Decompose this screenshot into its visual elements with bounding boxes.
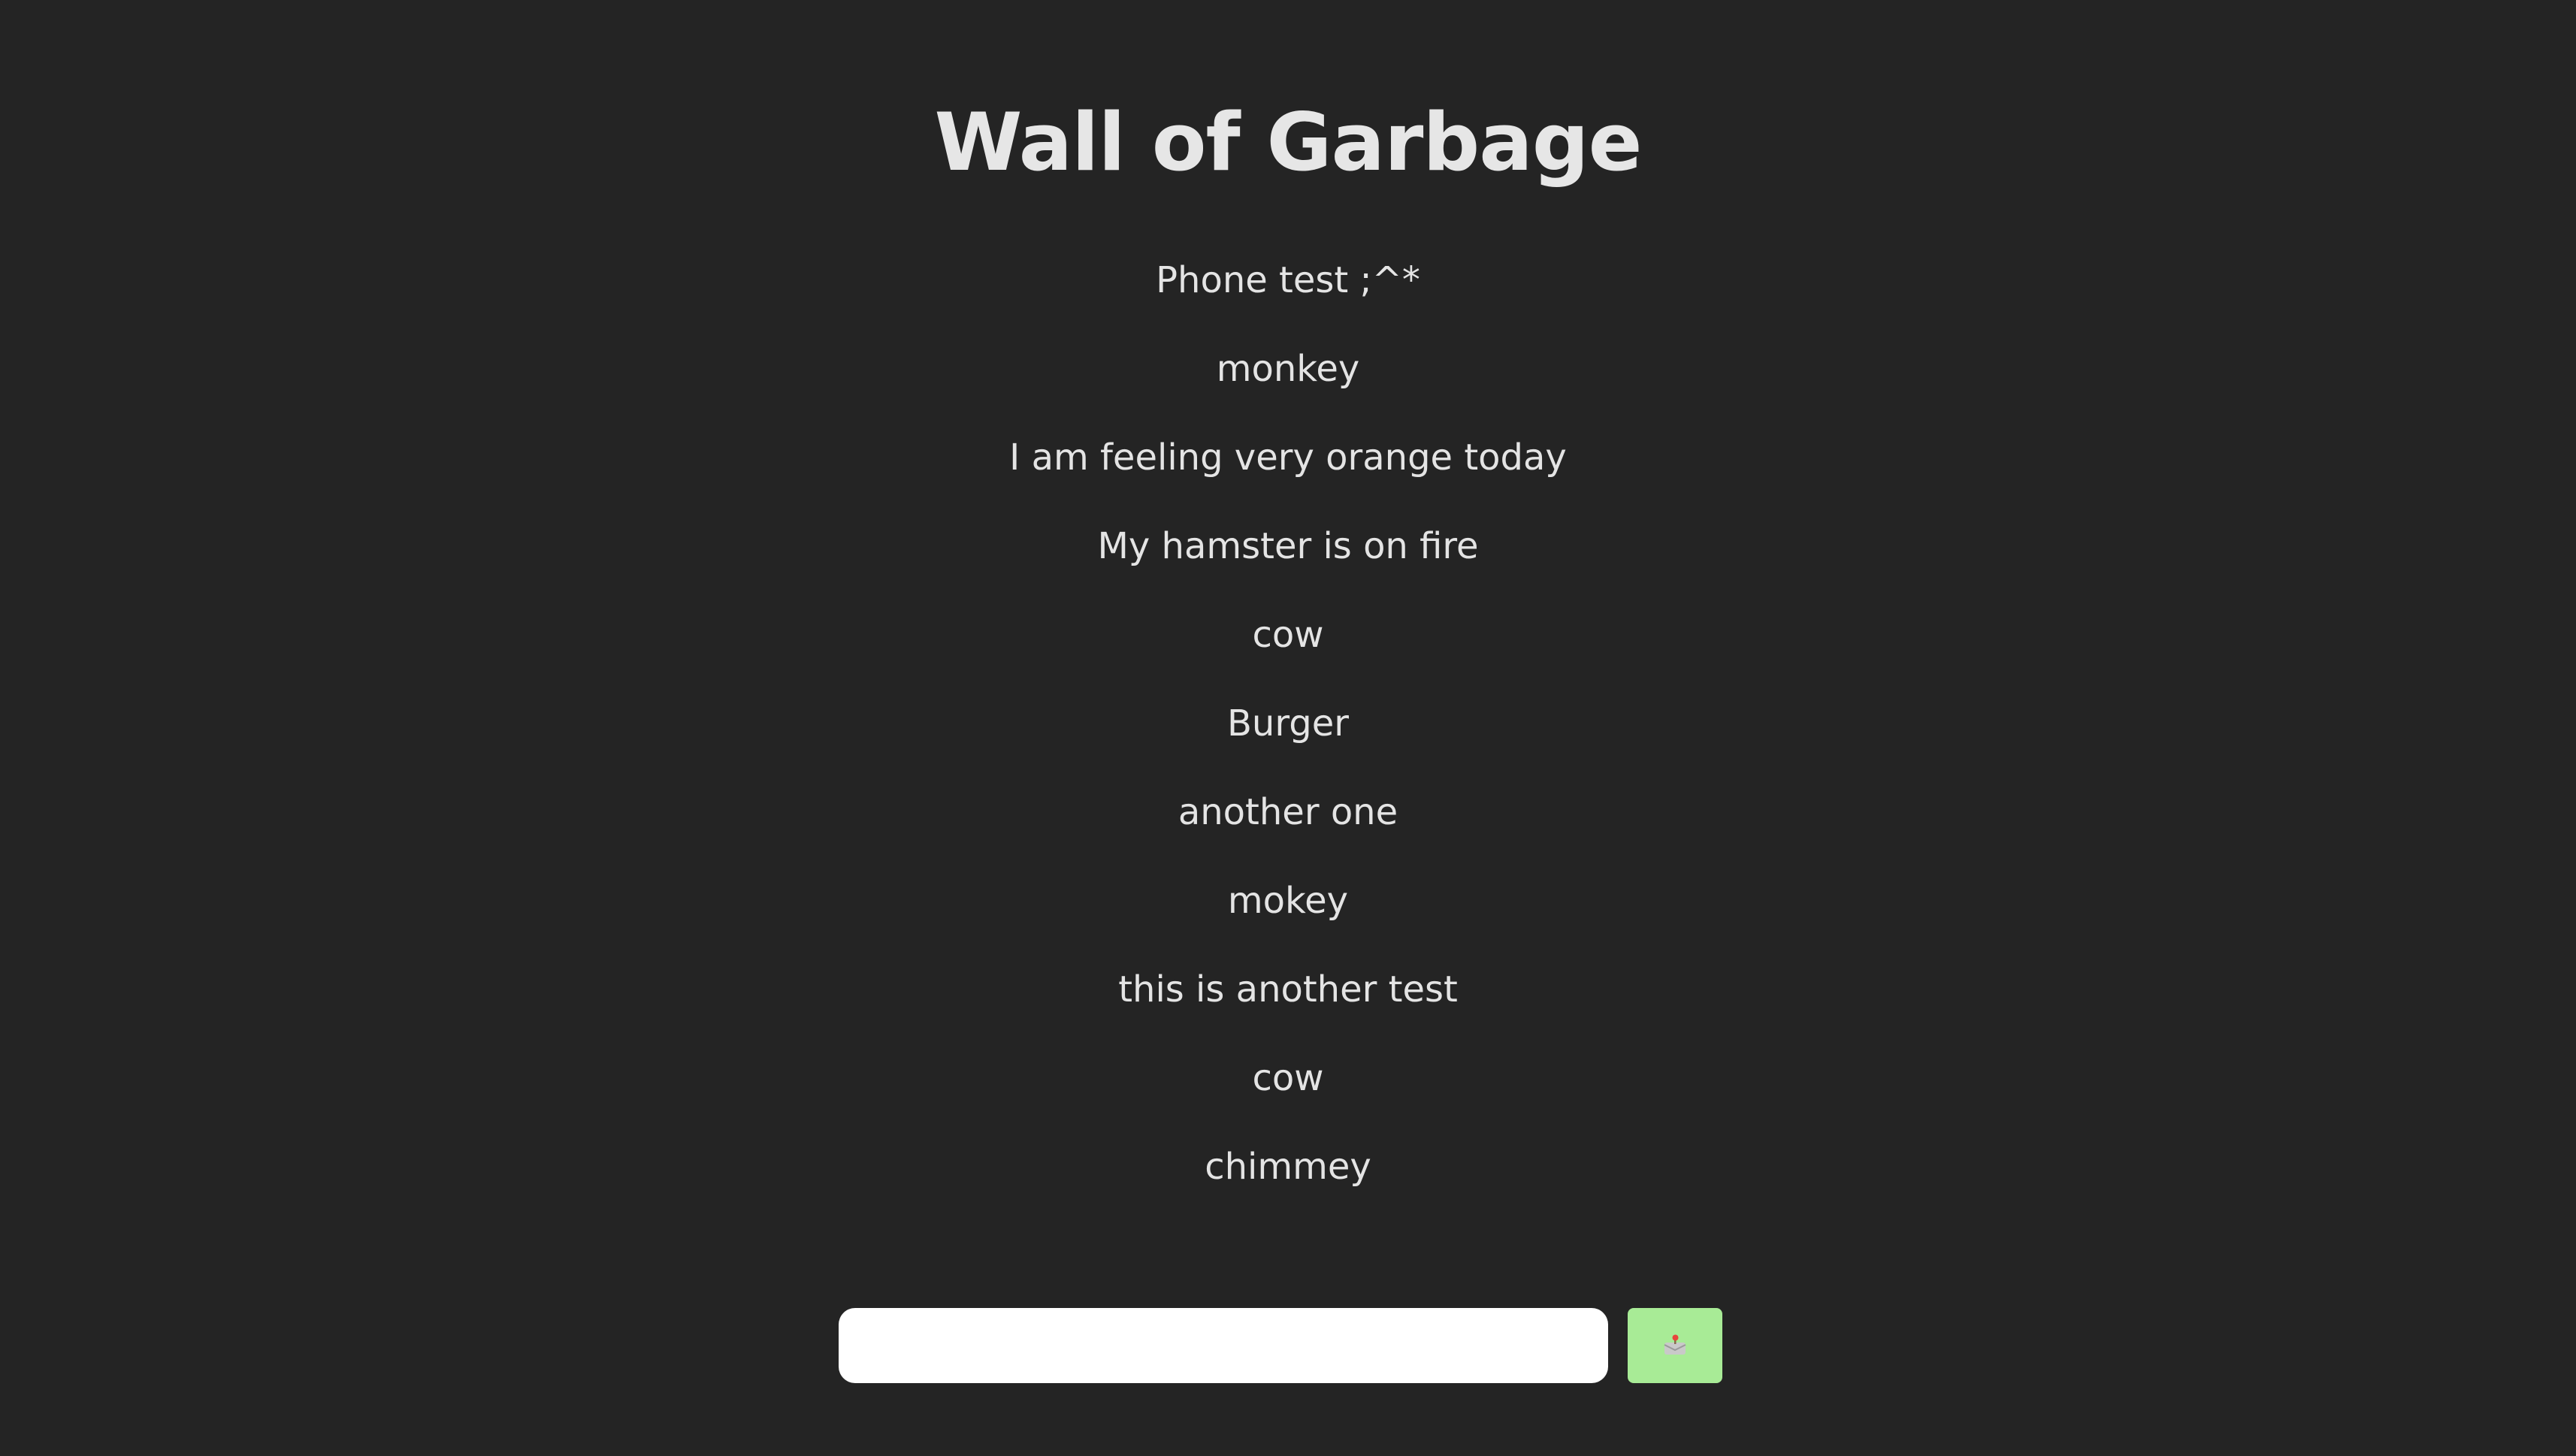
message-composer bbox=[839, 1308, 1722, 1383]
list-item: cow bbox=[1252, 1057, 1324, 1099]
list-item: cow bbox=[1252, 614, 1324, 656]
page-title: Wall of Garbage bbox=[934, 96, 1642, 189]
message-input[interactable] bbox=[839, 1308, 1608, 1383]
list-item: mokey bbox=[1227, 880, 1349, 922]
list-item: My hamster is on fire bbox=[1097, 525, 1479, 567]
list-item: I am feeling very orange today bbox=[1009, 436, 1567, 479]
list-item: this is another test bbox=[1118, 968, 1458, 1010]
list-item: monkey bbox=[1216, 348, 1360, 390]
send-button[interactable] bbox=[1628, 1308, 1722, 1383]
list-item: Phone test ;^* bbox=[1156, 259, 1420, 301]
mailbox-icon bbox=[1664, 1334, 1686, 1355]
message-list: Phone test ;^* monkey I am feeling very … bbox=[0, 250, 2576, 1225]
list-item: Burger bbox=[1227, 702, 1349, 745]
list-item: another one bbox=[1178, 791, 1398, 833]
list-item: chimmey bbox=[1205, 1146, 1371, 1188]
